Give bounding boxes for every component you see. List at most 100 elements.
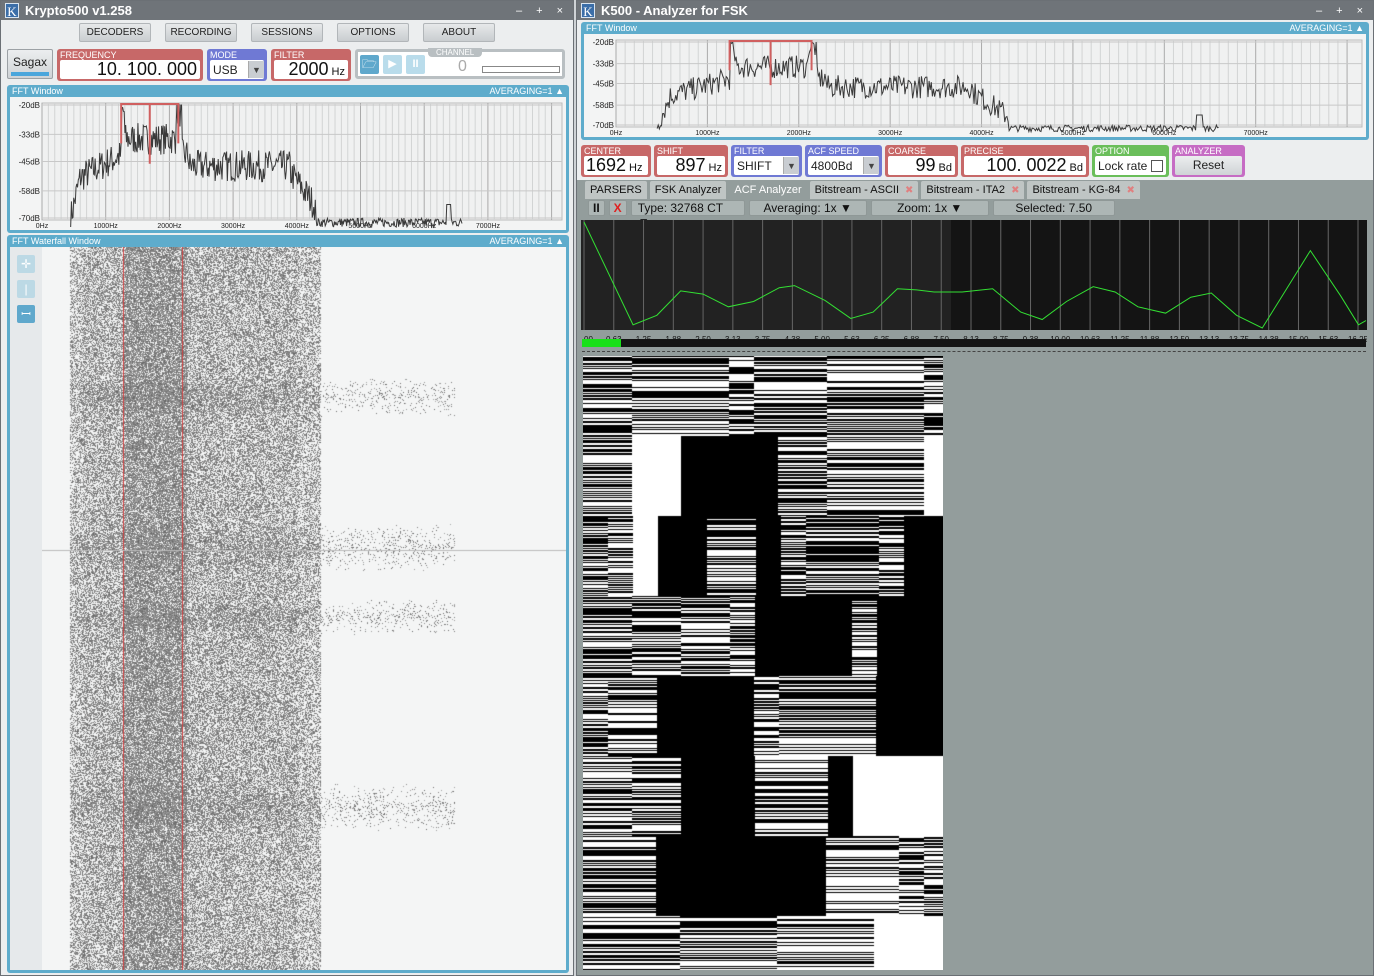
averaging-select[interactable]: Averaging: 1x ▼ <box>748 200 867 216</box>
frequency-input[interactable]: 10. 100. 000 <box>60 60 200 79</box>
menu-decoders[interactable]: DECODERS <box>79 23 151 42</box>
averaging-toggle[interactable]: AVERAGING=1 ▲ <box>489 86 564 96</box>
shift-box: SHIFT 897 Hz <box>654 145 728 177</box>
averaging-label: AVERAGING=1 <box>489 86 553 96</box>
k500-analyzer-window: K K500 - Analyzer for FSK – + × FFT Wind… <box>576 0 1374 976</box>
center-input[interactable]: 1692 Hz <box>584 156 648 175</box>
averaging-toggle[interactable]: AVERAGING=1 ▲ <box>1289 23 1364 33</box>
shift-unit: Hz <box>708 162 722 174</box>
open-file-button[interactable]: 🗁 <box>360 55 379 74</box>
close-x-icon: X <box>613 201 622 215</box>
option-box: OPTION Lock rate <box>1092 145 1169 177</box>
minimize-button[interactable]: – <box>516 5 522 17</box>
lock-rate-checkbox[interactable] <box>1151 159 1164 172</box>
filter-label: FILTER <box>734 146 765 156</box>
minimize-button[interactable]: – <box>1316 5 1322 17</box>
fft-spectrum-plot[interactable]: -20dB -33dB -45dB -58dB -70dB0Hz 1000Hz 2000Hz… <box>10 97 566 230</box>
left-fft-panel: FFT Window AVERAGING=1 ▲ -20dB -33dB -45dB -… <box>7 85 569 233</box>
tab-bitstream-ita2[interactable]: Bitstream - ITA2 ✖ <box>921 181 1025 199</box>
collapse-up-icon: ▲ <box>555 86 564 96</box>
coarse-box: COARSE 99 Bd <box>885 145 958 177</box>
mode-select[interactable]: USB ▼ <box>210 60 264 79</box>
close-tab-icon[interactable]: ✖ <box>1011 185 1019 196</box>
shift-value: 897 <box>675 155 706 175</box>
menu-about[interactable]: ABOUT <box>423 23 495 42</box>
folder-icon: 🗁 <box>362 57 377 71</box>
tab-acf-analyzer[interactable]: ACF Analyzer <box>729 181 807 199</box>
crosshair-tool-button[interactable]: ✛ <box>17 255 35 273</box>
tab-fsk-analyzer[interactable]: FSK Analyzer <box>649 181 727 199</box>
tab-bitstream-ascii[interactable]: Bitstream - ASCII ✖ <box>809 181 919 199</box>
close-button[interactable]: × <box>557 5 563 17</box>
x-tick-label: 0Hz <box>610 130 623 137</box>
fft-title: FFT Window <box>12 86 63 96</box>
play-button[interactable]: ▶ <box>383 55 402 74</box>
shift-input[interactable]: 897 Hz <box>657 156 725 175</box>
menu-sessions[interactable]: SESSIONS <box>251 23 323 42</box>
center-unit: Hz <box>629 162 643 174</box>
tab-parsers[interactable]: PARSERS <box>585 181 647 199</box>
averaging-label: AVERAGING=1 <box>1289 23 1353 33</box>
channel-level-bar <box>482 66 560 73</box>
pause-button[interactable]: II <box>406 55 425 74</box>
selected-readout: Selected: 7.50 <box>992 200 1115 216</box>
acf-progress-bar <box>582 339 1366 347</box>
waterfall-display[interactable] <box>42 247 566 970</box>
precise-input[interactable]: 100. 0022 Bd <box>964 156 1086 175</box>
play-icon: ▶ <box>388 58 397 70</box>
maximize-button[interactable]: + <box>536 5 542 17</box>
mode-label: MODE <box>210 50 237 60</box>
comb-marker-tool-button[interactable]: ꟷ <box>17 305 35 323</box>
title-bar[interactable]: K K500 - Analyzer for FSK – + × <box>577 1 1373 20</box>
waterfall-averaging-toggle[interactable]: AVERAGING=1 ▲ <box>489 236 564 246</box>
tab-label: Bitstream - ASCII <box>814 184 900 196</box>
filter-input[interactable]: 2000 Hz <box>274 60 348 79</box>
chevron-down-icon[interactable]: ▼ <box>248 61 264 78</box>
center-value: 1692 <box>586 155 627 175</box>
x-tick-label: 7000Hz <box>476 223 501 230</box>
waterfall-title: FFT Waterfall Window <box>12 236 101 246</box>
x-tick-label: 4000Hz <box>285 223 310 230</box>
type-select[interactable]: Type: 32768 CT ▼ <box>630 200 745 229</box>
acf-toolbar: II X Type: 32768 CT ▼ Averaging: 1x ▼ Zo… <box>588 200 1115 229</box>
y-tick-label: -45dB <box>593 80 614 89</box>
precise-unit: Bd <box>1069 162 1083 174</box>
x-tick-label: 1000Hz <box>94 223 119 230</box>
title-bar[interactable]: K Krypto500 v1.258 – + × <box>1 1 573 20</box>
menu-recording[interactable]: RECORDING <box>165 23 237 42</box>
close-button[interactable]: × <box>1357 5 1363 17</box>
filter-box: FILTER SHIFT ▼ <box>731 145 802 177</box>
acf-speed-select[interactable]: 4800Bd ▼ <box>808 156 879 175</box>
menu-options[interactable]: OPTIONS <box>337 23 409 42</box>
pause-icon: II <box>412 58 419 70</box>
lock-rate-toggle[interactable]: Lock rate <box>1095 156 1166 175</box>
acf-chart[interactable]: 000.631.251.882.503.133.754.385.005.636.… <box>581 220 1367 346</box>
lock-rate-label: Lock rate <box>1098 158 1148 173</box>
coarse-unit: Bd <box>938 162 952 174</box>
stop-button[interactable]: X <box>608 200 627 216</box>
filter-select[interactable]: SHIFT ▼ <box>734 156 799 175</box>
tab-bar: PARSERS FSK Analyzer ACF Analyzer Bitstream… <box>585 181 1143 199</box>
zoom-select[interactable]: Zoom: 1x ▼ <box>870 200 989 216</box>
maximize-button[interactable]: + <box>1336 5 1342 17</box>
pause-button[interactable]: II <box>588 200 605 216</box>
fft-spectrum-plot[interactable]: -20dB -33dB -45dB -58dB -70dB0Hz 1000Hz 2000Hz… <box>584 34 1366 137</box>
waterfall-panel: FFT Waterfall Window AVERAGING=1 ▲ ✛ | ꟷ <box>7 235 569 973</box>
bitstream-display[interactable] <box>583 356 943 970</box>
collapse-up-icon: ▲ <box>555 236 564 246</box>
coarse-input[interactable]: 99 Bd <box>888 156 955 175</box>
single-marker-tool-button[interactable]: | <box>17 280 35 298</box>
tab-bitstream-kg84[interactable]: Bitstream - KG-84 ✖ <box>1027 181 1140 199</box>
right-fft-panel: FFT Window AVERAGING=1 ▲ -20dB -33dB -45dB -… <box>581 22 1369 140</box>
close-tab-icon[interactable]: ✖ <box>905 185 913 196</box>
channel-value: 0 <box>458 58 467 75</box>
chevron-down-icon[interactable]: ▼ <box>783 157 799 174</box>
x-tick-label: 2000Hz <box>157 223 182 230</box>
chevron-down-icon[interactable]: ▼ <box>863 157 879 174</box>
close-tab-icon[interactable]: ✖ <box>1126 185 1134 196</box>
reset-button[interactable]: Reset <box>1175 156 1242 175</box>
filter-value: 2000 <box>288 59 329 79</box>
tab-label: Bitstream - KG-84 <box>1032 184 1121 196</box>
app-logo-icon: K <box>581 3 595 19</box>
profile-button[interactable]: Sagax <box>7 49 53 79</box>
